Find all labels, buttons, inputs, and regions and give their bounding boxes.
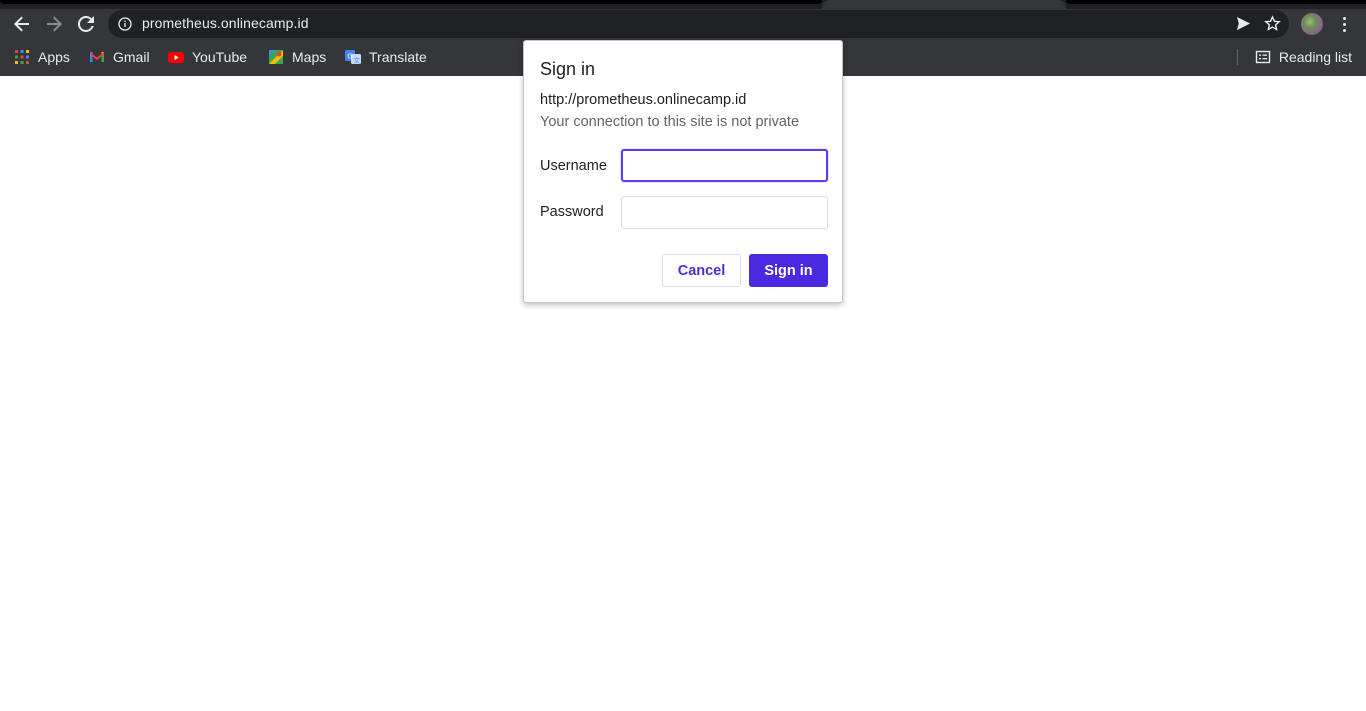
reading-list-icon (1255, 50, 1271, 64)
reading-list-label: Reading list (1278, 49, 1352, 65)
username-label: Username (540, 158, 607, 174)
cancel-button[interactable]: Cancel (662, 254, 741, 287)
svg-text:G: G (347, 53, 352, 61)
bookmark-label: Apps (38, 49, 70, 65)
sign-in-dialog: Sign in http://prometheus.onlinecamp.id … (523, 40, 843, 303)
back-button[interactable] (7, 9, 37, 39)
sign-in-button[interactable]: Sign in (749, 254, 828, 287)
svg-text:文: 文 (354, 56, 361, 65)
bookmark-translate[interactable]: G文 Translate (345, 44, 427, 70)
arrow-left-icon (14, 16, 29, 32)
arrow-right-icon (47, 16, 62, 32)
gmail-icon (89, 49, 105, 65)
username-field[interactable] (621, 149, 828, 182)
url-text[interactable]: prometheus.onlinecamp.id (142, 15, 309, 31)
bookmark-label: Maps (292, 49, 327, 65)
tab-left[interactable] (0, 0, 822, 4)
password-field[interactable] (621, 196, 828, 229)
address-bar[interactable]: prometheus.onlinecamp.id (108, 10, 1289, 38)
bookmark-youtube[interactable]: YouTube (168, 44, 247, 70)
bookmark-gmail[interactable]: Gmail (89, 44, 150, 70)
youtube-icon (168, 49, 184, 65)
bookmarks-divider (1237, 49, 1238, 65)
bookmark-maps[interactable]: Maps (268, 44, 326, 70)
translate-icon: G文 (345, 49, 361, 65)
toolbar: prometheus.onlinecamp.id (0, 9, 1366, 39)
dialog-origin: http://prometheus.onlinecamp.id (540, 92, 747, 108)
tab-right[interactable] (1066, 0, 1366, 4)
reload-button[interactable] (71, 9, 101, 39)
reload-icon (78, 16, 94, 32)
dialog-title: Sign in (540, 59, 596, 79)
tab-active[interactable] (822, 0, 1066, 9)
bookmark-label: YouTube (192, 49, 248, 65)
maps-icon (268, 49, 284, 65)
bookmark-label: Gmail (113, 49, 150, 65)
send-icon[interactable] (1236, 16, 1251, 31)
forward-button[interactable] (39, 9, 69, 39)
apps-grid-icon (14, 49, 30, 65)
bookmark-apps[interactable]: Apps (14, 44, 70, 70)
info-icon[interactable] (118, 17, 132, 31)
star-icon[interactable] (1264, 15, 1281, 32)
password-label: Password (540, 204, 604, 220)
bookmark-label: Translate (369, 49, 427, 65)
profile-avatar[interactable] (1301, 13, 1323, 35)
connection-warning: Your connection to this site is not priv… (540, 114, 800, 130)
reading-list-button[interactable]: Reading list (1255, 44, 1352, 70)
tab-strip (0, 0, 1366, 9)
more-menu-icon[interactable] (1334, 14, 1354, 34)
